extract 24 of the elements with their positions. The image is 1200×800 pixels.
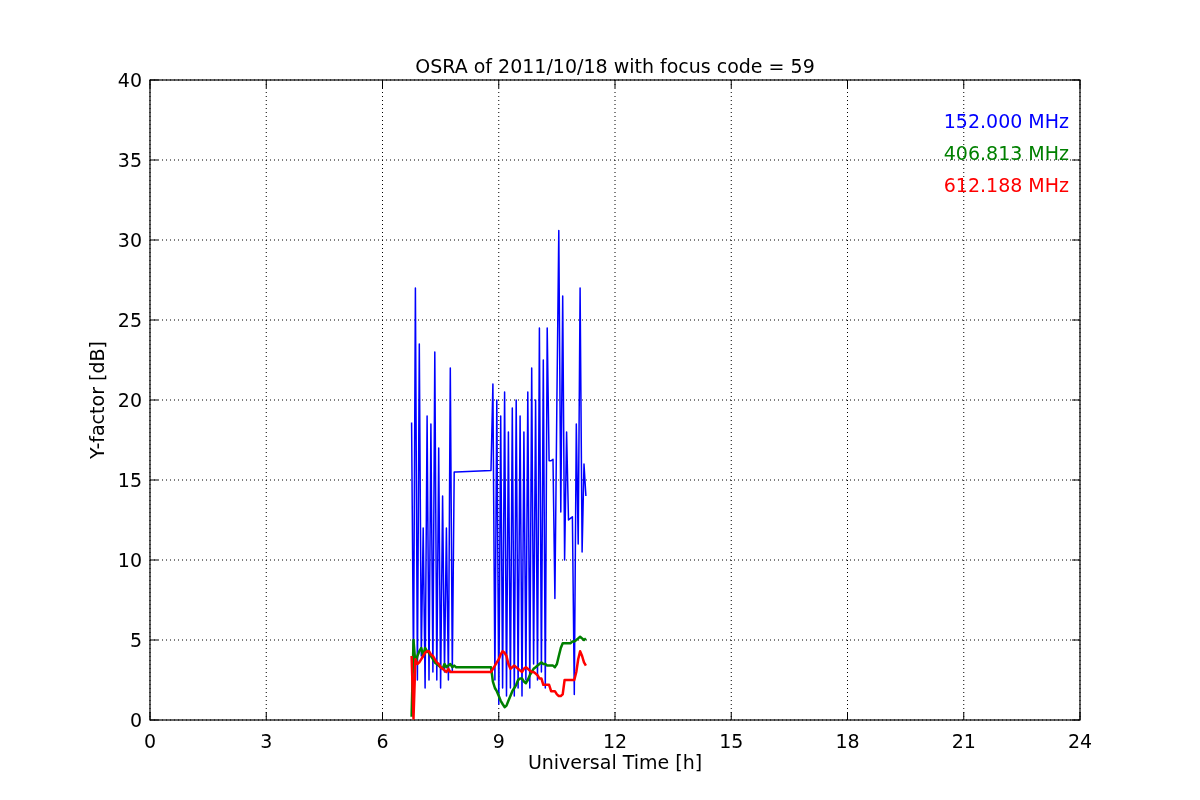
- x-tick-label: 18: [835, 730, 860, 752]
- x-tick-label: 6: [376, 730, 389, 752]
- legend-label: 612.188 MHz: [943, 174, 1069, 196]
- legend-label: 152.000 MHz: [943, 110, 1069, 132]
- y-tick-label: 40: [117, 69, 142, 91]
- x-tick-label: 3: [260, 730, 273, 752]
- x-tick-label: 9: [492, 730, 505, 752]
- x-tick-label: 24: [1067, 730, 1093, 752]
- y-tick-label: 5: [129, 629, 142, 651]
- y-tick-label: 0: [129, 709, 142, 731]
- y-tick-label: 30: [117, 229, 142, 251]
- chart-title: OSRA of 2011/10/18 with focus code = 59: [415, 55, 815, 77]
- y-tick-label: 15: [117, 469, 142, 491]
- y-tick-label: 35: [117, 149, 142, 171]
- y-axis-label: Y-factor [dB]: [86, 341, 108, 459]
- x-tick-label: 21: [951, 730, 976, 752]
- y-tick-label: 10: [117, 549, 142, 571]
- x-tick-label: 12: [602, 730, 628, 752]
- x-tick-label: 0: [143, 730, 157, 752]
- legend-label: 406.813 MHz: [943, 142, 1069, 164]
- x-tick-label: 15: [719, 730, 744, 752]
- y-tick-label: 20: [117, 389, 142, 411]
- x-axis-label: Universal Time [h]: [527, 751, 703, 773]
- y-tick-label: 25: [117, 309, 142, 331]
